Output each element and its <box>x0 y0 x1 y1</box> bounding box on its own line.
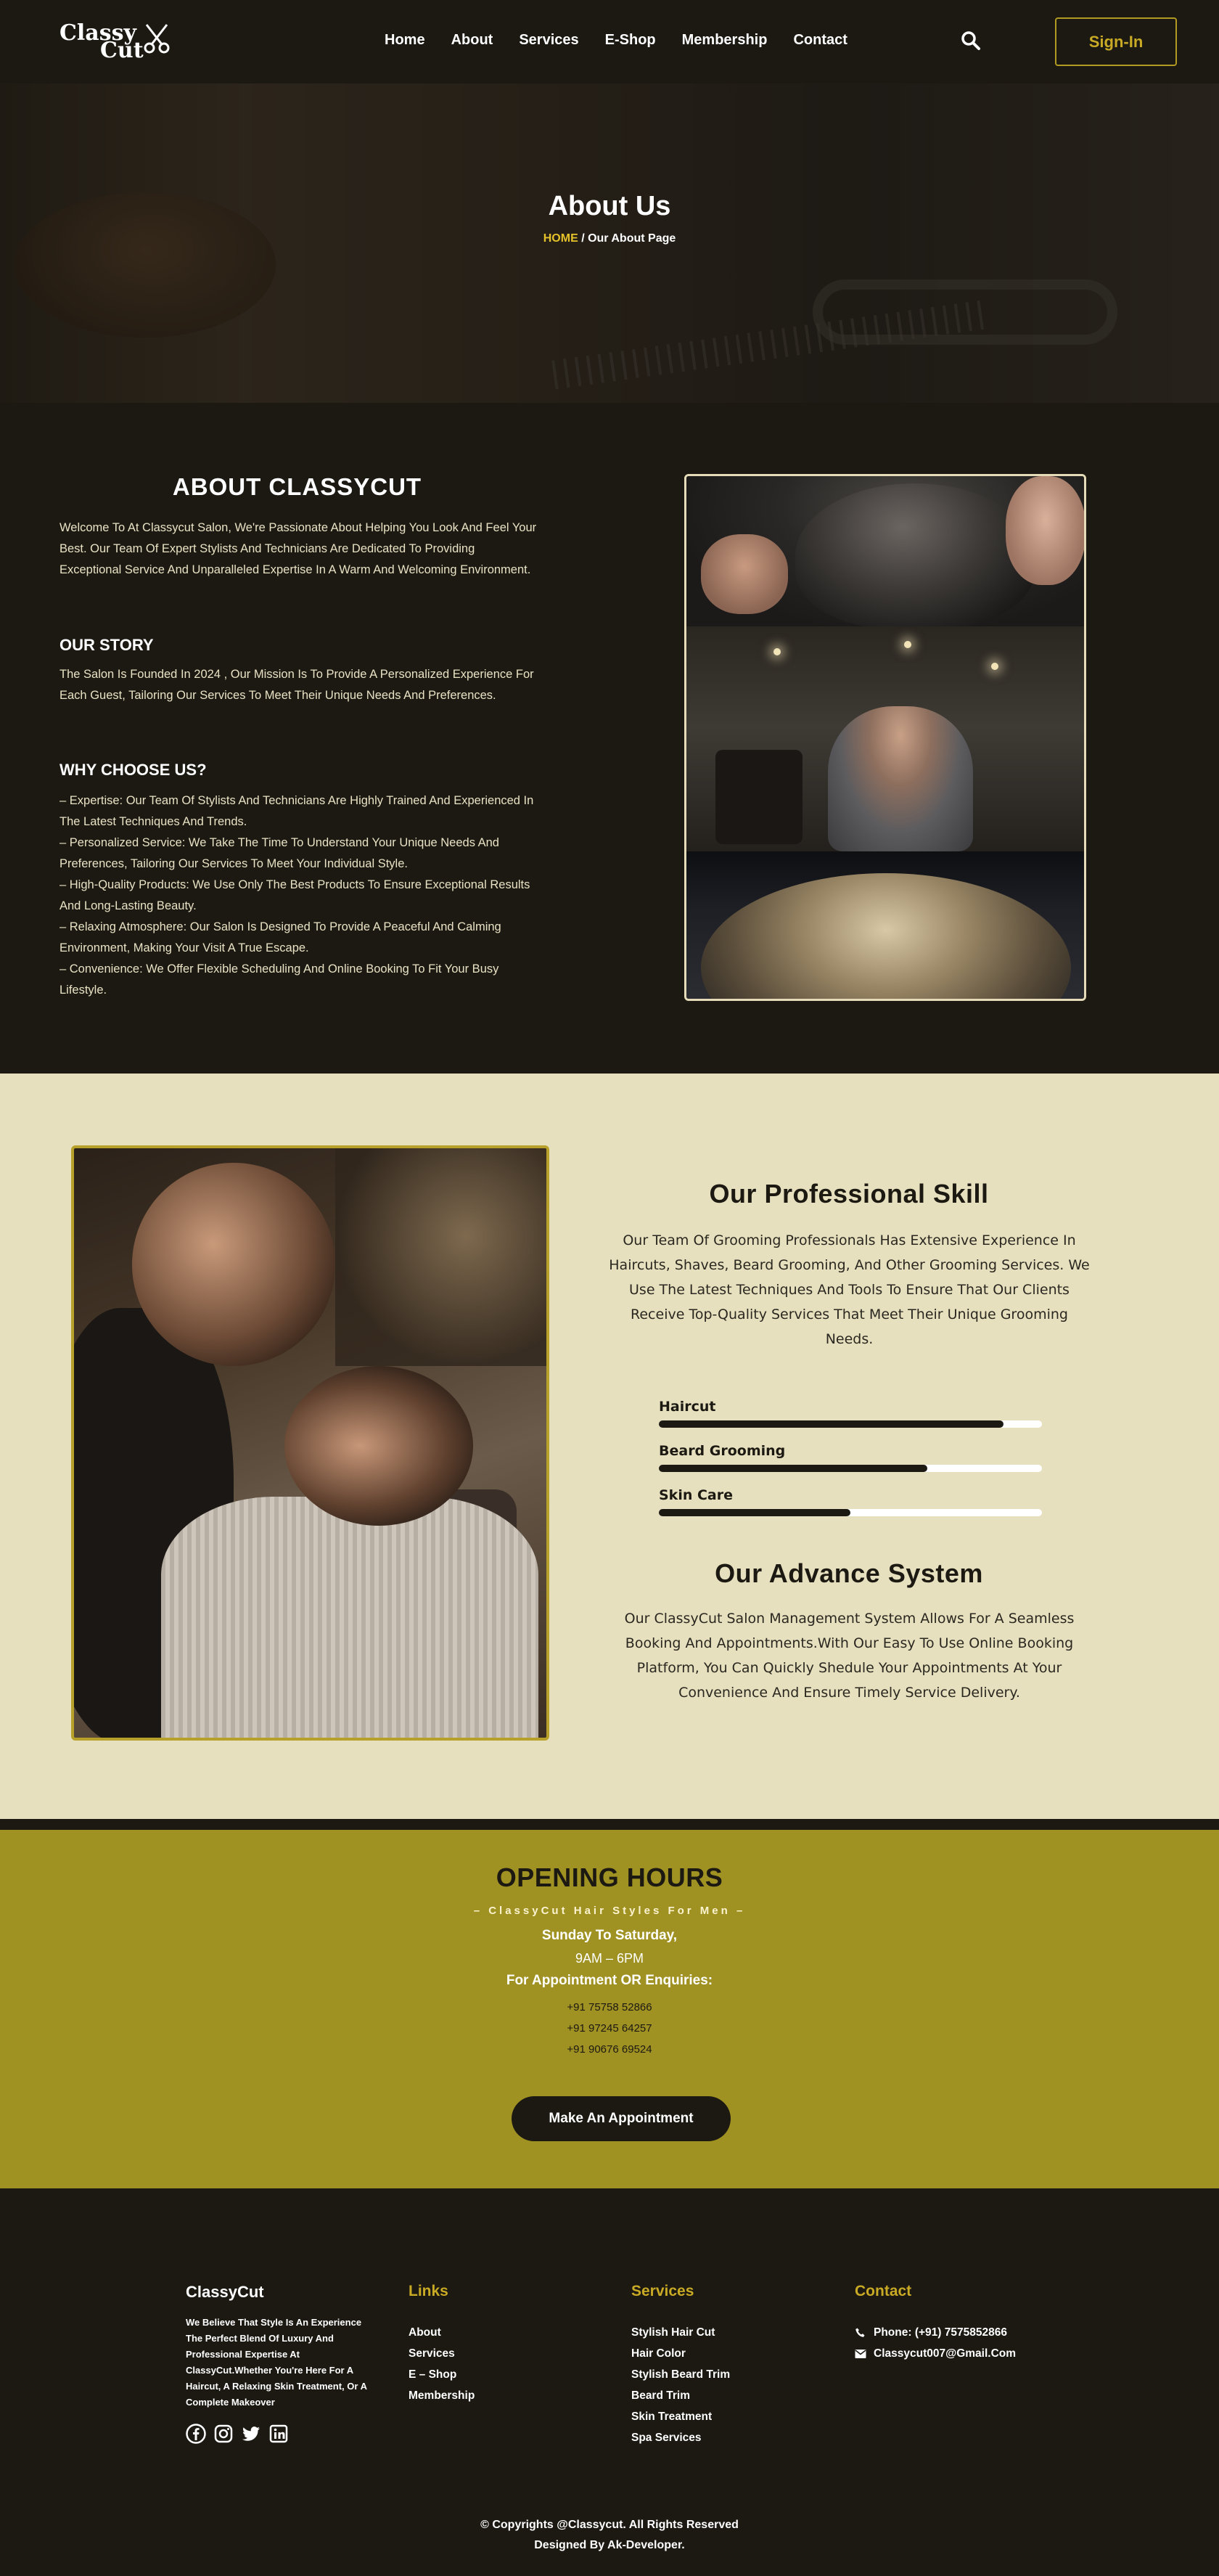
hours-tagline: – ClassyCut Hair Styles For Men – <box>473 1905 746 1917</box>
nav-eshop[interactable]: E-Shop <box>605 32 656 49</box>
photo-barbershop-client <box>686 626 1084 851</box>
skill-bar-label: Skin Care <box>659 1487 733 1503</box>
footer-service-item[interactable]: Hair Color <box>631 2343 730 2364</box>
footer-contact-title: Contact <box>855 2283 912 2299</box>
footer-email[interactable]: Classycut007@Gmail.Com <box>855 2343 1016 2364</box>
footer-phone[interactable]: Phone: (+91) 7575852866 <box>855 2322 1016 2343</box>
nav-home[interactable]: Home <box>385 32 425 49</box>
opening-hours-section: OPENING HOURS – ClassyCut Hair Styles Fo… <box>0 1830 1219 2188</box>
skill-bar-label: Beard Grooming <box>659 1443 786 1459</box>
nav-about[interactable]: About <box>451 32 493 49</box>
footer-link-membership[interactable]: Membership <box>409 2385 475 2406</box>
about-title: ABOUT CLASSYCUT <box>172 473 422 500</box>
progress-track <box>659 1509 1042 1516</box>
why-item-atmosphere: – Relaxing Atmosphere: Our Salon Is Desi… <box>59 920 501 954</box>
phone-number-1[interactable]: +91 75758 52866 <box>0 2001 1219 2013</box>
facebook-icon[interactable] <box>186 2424 206 2444</box>
skill-bar-beard-grooming: Beard Grooming <box>659 1443 1042 1487</box>
footer-service-item[interactable]: Stylish Beard Trim <box>631 2364 730 2385</box>
photo-hair-back <box>686 476 1084 626</box>
top-navbar: Classy Cut Home About Services E-Shop Me… <box>0 0 1219 83</box>
photo-hair-closeup <box>686 851 1084 999</box>
advance-system-title: Our Advance System <box>715 1558 983 1588</box>
why-title: WHY CHOOSE US? <box>59 761 207 779</box>
instagram-icon[interactable] <box>213 2424 234 2444</box>
progress-fill <box>659 1509 850 1516</box>
about-section: ABOUT CLASSYCUT Welcome To At Classycut … <box>0 414 1219 1062</box>
copyright: © Copyrights @Classycut. All Rights Rese… <box>0 2515 1219 2556</box>
breadcrumb-current: / Our About Page <box>581 232 676 245</box>
skill-title: Our Professional Skill <box>709 1179 989 1209</box>
hours-title: OPENING HOURS <box>496 1863 723 1892</box>
progress-fill <box>659 1465 927 1472</box>
nav-membership[interactable]: Membership <box>682 32 768 49</box>
social-links <box>186 2424 367 2444</box>
skill-bars: Haircut Beard Grooming Skin Care <box>659 1399 1042 1532</box>
footer-contact-column: Contact Phone: (+91) 7575852866 Classycu… <box>855 2283 1016 2364</box>
barber-photo <box>71 1145 549 1741</box>
skill-description: Our Team Of Grooming Professionals Has E… <box>609 1232 1090 1347</box>
footer-service-item[interactable]: Beard Trim <box>631 2385 730 2406</box>
nav-contact[interactable]: Contact <box>793 32 847 49</box>
skill-section: Our Professional Skill Our Team Of Groom… <box>0 1074 1219 1819</box>
breadcrumb: HOME / Our About Page <box>0 232 1219 245</box>
haircut-photo-collage <box>684 474 1086 1001</box>
phone-number-2[interactable]: +91 97245 64257 <box>0 2022 1219 2035</box>
twitter-icon[interactable] <box>241 2424 261 2444</box>
main-menu: Home About Services E-Shop Membership Co… <box>385 32 874 49</box>
footer-service-item[interactable]: Skin Treatment <box>631 2406 730 2427</box>
footer-links-column: Links About Services E – Shop Membership <box>409 2283 475 2406</box>
breadcrumb-home-link[interactable]: HOME <box>543 232 578 245</box>
page-title: About Us <box>548 191 671 221</box>
footer-link-services[interactable]: Services <box>409 2343 475 2364</box>
envelope-icon <box>855 2349 866 2358</box>
footer-services-title: Services <box>631 2283 694 2299</box>
progress-fill <box>659 1420 1004 1428</box>
search-icon[interactable] <box>961 30 981 51</box>
logo-text-cut: Cut <box>100 38 144 63</box>
copyright-text: © Copyrights @Classycut. All Rights Rese… <box>480 2519 739 2531</box>
why-item-expertise: – Expertise: Our Team Of Stylists And Te… <box>59 794 534 828</box>
story-text: The Salon Is Founded In 2024 , Our Missi… <box>59 668 534 702</box>
hours-time: 9AM – 6PM <box>575 1951 644 1966</box>
advance-system-description: Our ClassyCut Salon Management System Al… <box>624 1611 1075 1701</box>
footer-brand: ClassyCut <box>186 2283 264 2301</box>
footer-service-item[interactable]: Stylish Hair Cut <box>631 2322 730 2343</box>
phone-number-3[interactable]: +91 90676 69524 <box>0 2043 1219 2056</box>
story-title: OUR STORY <box>59 636 154 654</box>
footer-about-text: We Believe That Style Is An Experience T… <box>186 2317 367 2408</box>
designer-credit: Designed By Ak-Developer. <box>534 2539 685 2551</box>
footer-service-item[interactable]: Spa Services <box>631 2427 730 2448</box>
skill-bar-skin-care: Skin Care <box>659 1487 1042 1532</box>
about-intro: Welcome To At Classycut Salon, We're Pas… <box>59 521 537 576</box>
page-hero: About Us HOME / Our About Page <box>0 83 1219 403</box>
make-appointment-button[interactable]: Make An Appointment <box>512 2096 731 2141</box>
site-logo[interactable]: Classy Cut <box>59 20 176 63</box>
why-item-personalized: – Personalized Service: We Take The Time… <box>59 836 499 870</box>
linkedin-icon[interactable] <box>268 2424 289 2444</box>
skill-bar-haircut: Haircut <box>659 1399 1042 1443</box>
progress-track <box>659 1465 1042 1472</box>
why-item-products: – High-Quality Products: We Use Only The… <box>59 878 530 912</box>
skill-bar-label: Haircut <box>659 1399 716 1415</box>
footer-services-column: Services Stylish Hair Cut Hair Color Sty… <box>631 2283 730 2448</box>
scissors-icon <box>144 24 170 54</box>
hours-enquiry-label: For Appointment OR Enquiries: <box>506 1973 713 1988</box>
why-list: – Expertise: Our Team Of Stylists And Te… <box>59 790 542 1001</box>
progress-track <box>659 1420 1042 1428</box>
footer-link-about[interactable]: About <box>409 2322 475 2343</box>
footer-links-title: Links <box>409 2283 448 2299</box>
site-footer: ClassyCut We Believe That Style Is An Ex… <box>0 2199 1219 2576</box>
footer-about-column: ClassyCut We Believe That Style Is An Ex… <box>186 2283 367 2444</box>
hours-days: Sunday To Saturday, <box>541 1928 678 1943</box>
sign-in-button[interactable]: Sign-In <box>1055 17 1177 66</box>
phone-icon <box>855 2328 865 2337</box>
footer-link-eshop[interactable]: E – Shop <box>409 2364 475 2385</box>
nav-services[interactable]: Services <box>519 32 578 49</box>
why-item-convenience: – Convenience: We Offer Flexible Schedul… <box>59 962 499 997</box>
